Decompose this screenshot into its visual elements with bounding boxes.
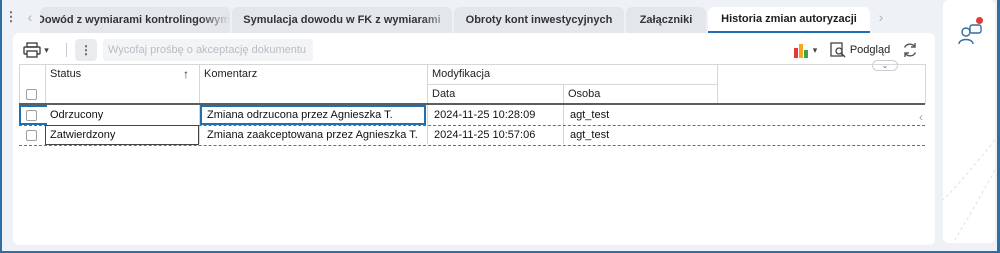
tab-historia[interactable]: Historia zmian autoryzacji: [708, 7, 870, 33]
grid-border: [19, 64, 20, 104]
header-person[interactable]: Osoba: [563, 84, 717, 104]
grid-border: [717, 64, 718, 104]
row-person-cell[interactable]: agt_test: [565, 125, 717, 145]
row-comment-cell[interactable]: Zmiana zaakceptowana przez Agnieszka T.: [201, 125, 425, 145]
tab-dowod-wymiary[interactable]: Dowód z wymiarami kontrolingowymi: [40, 7, 230, 33]
tab-label: Załączniki: [639, 14, 693, 26]
preview-label: Podgląd: [849, 44, 891, 56]
tabs-scroll-right-icon[interactable]: ›: [872, 0, 890, 33]
preview-button[interactable]: Podgląd: [829, 40, 891, 60]
row-person: agt_test: [570, 129, 610, 141]
chevron-down-icon: ▾: [44, 44, 49, 55]
toolbar: ▾ ⋮ Wycofaj prośbę o akceptację dokument…: [13, 33, 935, 65]
row-divider: [19, 145, 925, 146]
header-comment[interactable]: Komentarz: [199, 64, 427, 84]
row-comment-cell[interactable]: Zmiana odrzucona przez Agnieszka T.: [201, 105, 425, 125]
grid-border: [925, 64, 926, 104]
header-status-label: Status: [50, 68, 82, 80]
header-modification-label: Modyfikacja: [432, 68, 491, 80]
main-panel: ▾ ⋮ Wycofaj prośbę o akceptację dokument…: [13, 33, 935, 245]
row-comment: Zmiana zaakceptowana przez Agnieszka T.: [207, 129, 418, 141]
row-status: Zatwierdzony: [50, 129, 116, 141]
header-date[interactable]: Data: [427, 84, 563, 104]
tab-label: Obroty kont inwestycyjnych: [465, 14, 613, 26]
kebab-icon: ⋮: [80, 43, 92, 57]
history-grid: Status ↑ Komentarz Modyfikacja Data Osob…: [19, 64, 927, 204]
row-date-cell[interactable]: 2024-11-25 10:57:06: [429, 125, 563, 145]
row-status: Odrzucony: [50, 109, 104, 121]
tab-label: Symulacja dowodu w FK z wymiarami: [243, 14, 441, 26]
preview-icon: [830, 42, 846, 58]
row-date: 2024-11-25 10:28:09: [434, 109, 536, 121]
tabs-scroll-left-icon[interactable]: ‹: [20, 0, 40, 33]
tab-label: Historia zmian autoryzacji: [721, 13, 857, 25]
more-actions-button[interactable]: ⋮: [75, 39, 97, 61]
tab-bar: ⋮ ‹ Dowód z wymiarami kontrolingowymi Sy…: [2, 0, 932, 33]
row-checkbox[interactable]: [26, 130, 37, 141]
row-status-cell[interactable]: Odrzucony: [45, 105, 199, 125]
print-button[interactable]: ▾: [19, 40, 53, 60]
sort-ascending-icon[interactable]: ↑: [181, 64, 197, 84]
tab-symulacja[interactable]: Symulacja dowodu w FK z wymiarami: [232, 7, 452, 33]
tab-zalaczniki[interactable]: Załączniki: [626, 7, 706, 33]
chart-button[interactable]: ▾: [789, 40, 821, 60]
row-person: agt_test: [570, 109, 610, 121]
withdraw-label: Wycofaj prośbę o akceptację dokumentu: [108, 44, 307, 56]
window-frame: ⋮ ‹ Dowód z wymiarami kontrolingowymi Sy…: [1, 0, 998, 252]
header-date-label: Data: [432, 88, 456, 100]
chat-assistant-icon[interactable]: [957, 22, 983, 48]
toolbar-divider: [66, 43, 67, 57]
refresh-button[interactable]: [899, 40, 921, 60]
bar-chart-icon: [793, 44, 808, 58]
select-all-checkbox[interactable]: [26, 89, 37, 100]
printer-icon: [23, 42, 41, 58]
row-status-cell[interactable]: Zatwierdzony: [45, 125, 199, 145]
row-date-cell[interactable]: 2024-11-25 10:28:09: [429, 105, 563, 125]
tab-obroty[interactable]: Obroty kont inwestycyjnych: [454, 7, 624, 33]
row-comment: Zmiana odrzucona przez Agnieszka T.: [207, 109, 393, 121]
header-status[interactable]: Status: [45, 64, 199, 84]
refresh-icon: [903, 43, 917, 57]
header-modification: Modyfikacja: [427, 64, 717, 84]
withdraw-approval-button[interactable]: Wycofaj prośbę o akceptację dokumentu: [103, 39, 313, 61]
row-person-cell[interactable]: agt_test: [565, 105, 717, 125]
chevron-down-icon: ▾: [812, 44, 818, 55]
row-checkbox[interactable]: [26, 110, 37, 121]
right-rail: [943, 0, 995, 243]
notification-dot: [976, 17, 983, 24]
grid-scroll-chevron-icon[interactable]: ‹: [919, 110, 923, 124]
decorative-lines: [943, 140, 995, 243]
tabs-menu-icon[interactable]: ⋮: [2, 0, 20, 33]
header-person-label: Osoba: [568, 88, 601, 100]
header-comment-label: Komentarz: [204, 68, 258, 80]
row-date: 2024-11-25 10:57:06: [434, 129, 536, 141]
